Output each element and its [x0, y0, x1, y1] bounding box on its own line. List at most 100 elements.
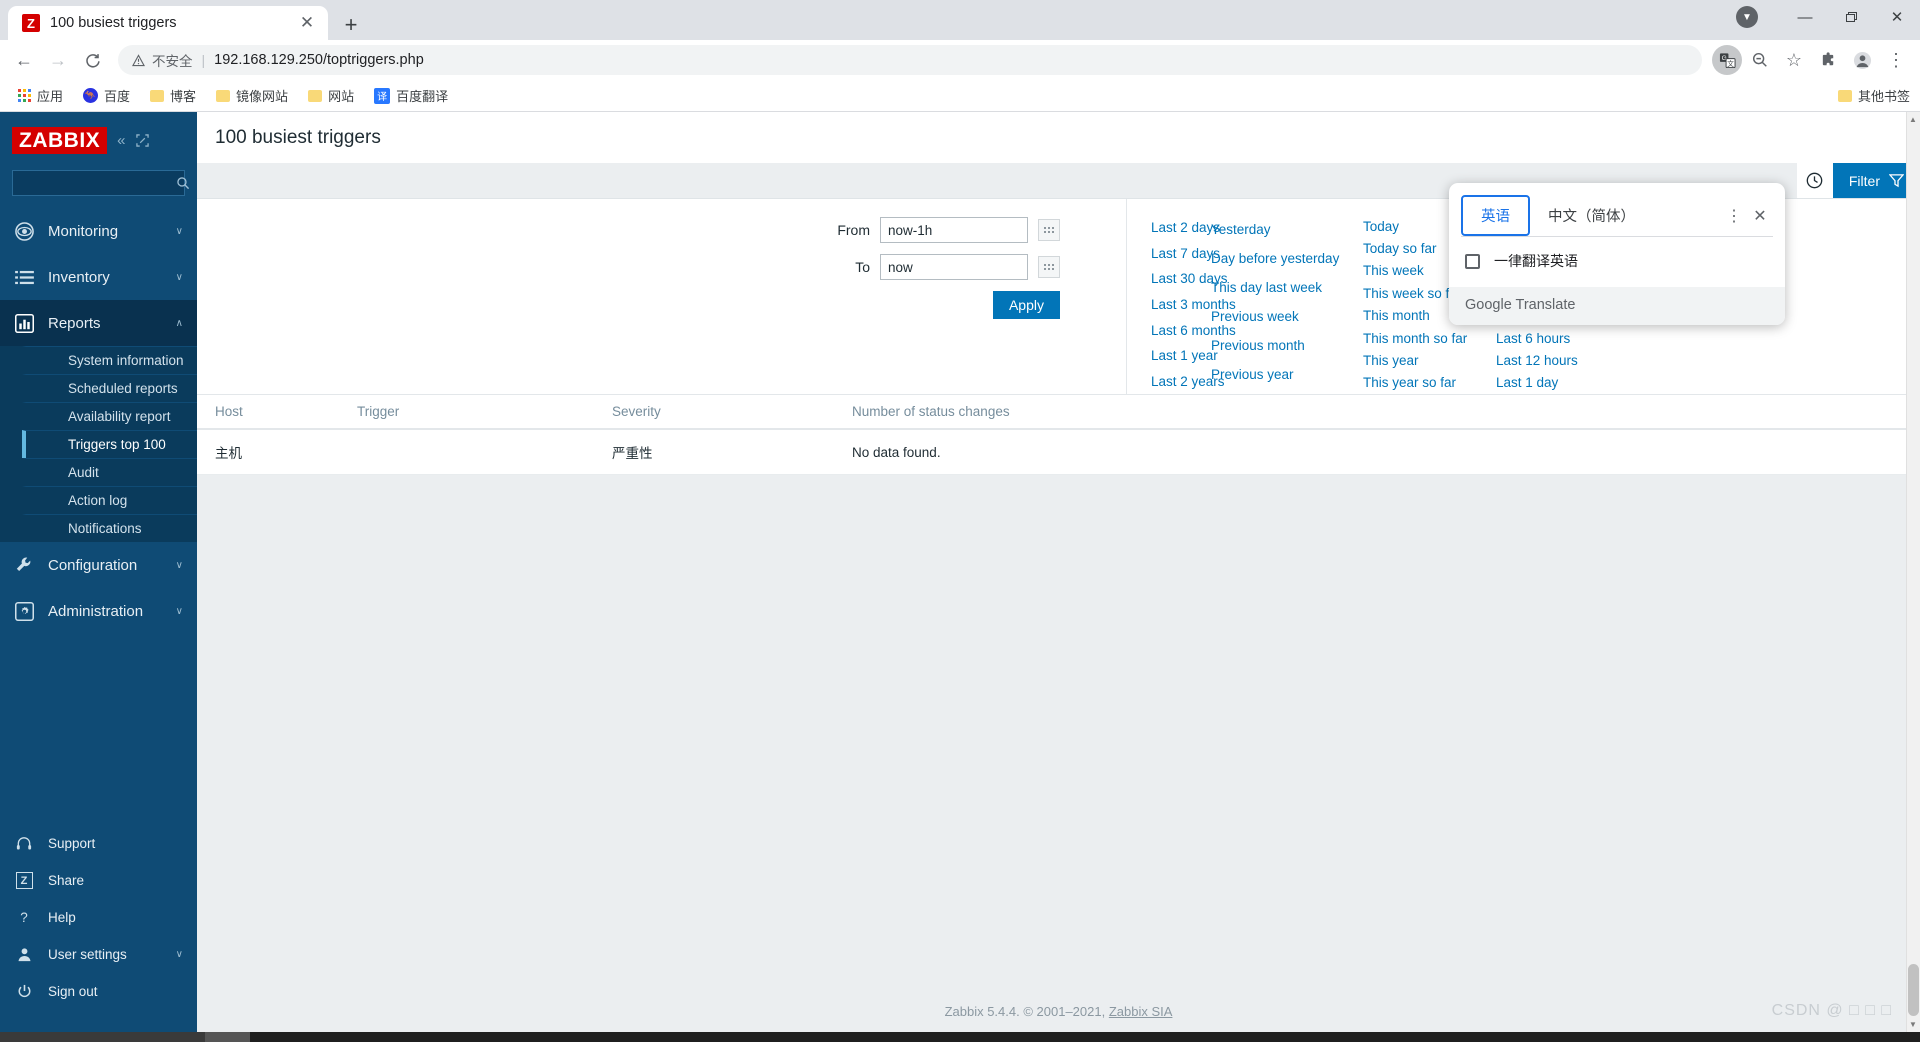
quick-range-link[interactable]: Last 12 hours: [1496, 350, 1636, 372]
scrollbar-thumb[interactable]: [1908, 964, 1919, 1016]
url-text: 192.168.129.250/toptriggers.php: [214, 52, 424, 68]
bookmark-baidu[interactable]: 🦘 百度: [75, 83, 138, 108]
sidebar-item-user-settings[interactable]: User settings ∨: [0, 936, 197, 973]
cell-host: 主机: [197, 429, 357, 475]
sidebar-item-label: User settings: [48, 947, 127, 962]
hide-sidebar-icon[interactable]: [135, 133, 149, 147]
quick-range-link[interactable]: Yesterday: [1211, 215, 1363, 244]
profile-icon[interactable]: [1846, 44, 1878, 76]
page-viewport: ZABBIX « Monitoring ∨ Inventory ∨ Report…: [0, 112, 1920, 1032]
sidebar-subitem-scheduled-reports[interactable]: Scheduled reports: [22, 374, 197, 402]
quick-range-link[interactable]: This month so far: [1363, 327, 1496, 349]
quick-range-link[interactable]: Last 1 day: [1496, 372, 1636, 394]
sidebar-item-label: Help: [48, 910, 76, 925]
zabbix-logo[interactable]: ZABBIX: [12, 126, 108, 154]
bookmark-mirror-sites[interactable]: 镜像网站: [208, 83, 296, 108]
zabbix-sia-link[interactable]: Zabbix SIA: [1109, 1004, 1173, 1019]
maximize-button[interactable]: [1828, 0, 1874, 34]
calendar-icon[interactable]: [1038, 219, 1060, 241]
time-tab[interactable]: [1796, 163, 1833, 198]
calendar-icon[interactable]: [1038, 256, 1060, 278]
quick-range-link[interactable]: Day before yesterday: [1211, 244, 1363, 273]
search-input[interactable]: [21, 176, 176, 190]
sidebar-item-monitoring[interactable]: Monitoring ∨: [0, 208, 197, 254]
sidebar-subitem-availability-report[interactable]: Availability report: [22, 402, 197, 430]
scroll-down-icon[interactable]: ▼: [1908, 1020, 1918, 1029]
address-bar[interactable]: 不安全 | 192.168.129.250/toptriggers.php: [118, 45, 1702, 75]
bookmark-blog[interactable]: 博客: [142, 83, 204, 108]
bookmark-websites[interactable]: 网站: [300, 83, 362, 108]
quick-range-link[interactable]: Last 30 days: [1151, 266, 1228, 292]
minimize-button[interactable]: —: [1782, 0, 1828, 34]
sidebar-subitem-triggers-top-100[interactable]: Triggers top 100: [22, 430, 197, 458]
more-options-icon[interactable]: ⋮: [1721, 203, 1747, 229]
sidebar-search[interactable]: [12, 170, 190, 196]
quick-range-link[interactable]: Last 3 months: [1151, 292, 1236, 318]
sidebar-item-reports[interactable]: Reports ∧: [0, 300, 197, 346]
close-icon[interactable]: ✕: [1747, 203, 1773, 229]
puzzle-icon[interactable]: [1812, 44, 1844, 76]
scroll-up-icon[interactable]: ▲: [1908, 115, 1918, 124]
zoom-out-icon[interactable]: [1744, 44, 1776, 76]
from-input[interactable]: [880, 217, 1028, 243]
page-scrollbar[interactable]: ▲ ▼: [1906, 112, 1920, 1032]
sidebar-subitem-notifications[interactable]: Notifications: [22, 514, 197, 542]
table-row: 主机 严重性 No data found.: [197, 429, 1920, 475]
sidebar-item-sign-out[interactable]: Sign out: [0, 973, 197, 1010]
close-window-button[interactable]: ✕: [1874, 0, 1920, 34]
quick-range-link[interactable]: Previous year: [1211, 360, 1363, 389]
quick-range-link[interactable]: Last 7 days: [1151, 241, 1220, 267]
always-translate-checkbox[interactable]: [1465, 253, 1480, 269]
quick-range-link[interactable]: This day last week: [1211, 273, 1363, 302]
bookmark-apps[interactable]: 应用: [10, 83, 71, 108]
bookmark-star-icon[interactable]: ☆: [1778, 44, 1810, 76]
person-icon: [14, 947, 34, 962]
quick-range-link[interactable]: Last 2 days: [1151, 215, 1220, 241]
bookmark-baidu-translate[interactable]: 译 百度翻译: [366, 83, 456, 108]
always-translate-label[interactable]: 一律翻译英语: [1494, 251, 1578, 271]
back-icon[interactable]: ←: [8, 44, 40, 76]
question-icon: ?: [20, 910, 28, 925]
translate-lang-source[interactable]: 英语: [1461, 195, 1530, 236]
chrome-menu-icon[interactable]: ⋮: [1880, 44, 1912, 76]
column-header-host[interactable]: Host: [197, 395, 357, 430]
quick-range-link[interactable]: Last 6 months: [1151, 317, 1236, 343]
quick-range-link[interactable]: Last 2 years: [1151, 368, 1225, 394]
reload-icon[interactable]: [76, 44, 108, 76]
forward-icon[interactable]: →: [42, 44, 74, 76]
sidebar-subitem-audit[interactable]: Audit: [22, 458, 197, 486]
search-icon[interactable]: [176, 176, 190, 190]
quick-range-link[interactable]: Last 1 year: [1151, 343, 1218, 369]
quick-range-link[interactable]: This year: [1363, 349, 1496, 371]
download-icon[interactable]: ▼: [1736, 6, 1758, 28]
browser-tab[interactable]: Z 100 busiest triggers ✕: [8, 6, 328, 40]
gear-icon: [14, 601, 34, 621]
sidebar-item-support[interactable]: Support: [0, 825, 197, 862]
translate-lang-target[interactable]: 中文（简体）: [1530, 197, 1653, 234]
apply-button[interactable]: Apply: [992, 291, 1060, 319]
bookmark-label: 百度: [104, 89, 131, 104]
sidebar-item-configuration[interactable]: Configuration ∨: [0, 542, 197, 588]
sidebar-subitem-action-log[interactable]: Action log: [22, 486, 197, 514]
to-input[interactable]: [880, 254, 1028, 280]
translate-icon[interactable]: G 文: [1712, 45, 1742, 75]
chevron-down-icon: ∨: [175, 605, 183, 617]
new-tab-button[interactable]: +: [334, 10, 368, 40]
other-bookmarks[interactable]: 其他书签: [1837, 86, 1910, 105]
clock-icon: [1806, 172, 1823, 189]
quick-range-link[interactable]: Last 6 hours: [1496, 327, 1636, 349]
sidebar-item-share[interactable]: Z Share: [0, 862, 197, 899]
quick-range-link[interactable]: This year so far: [1363, 372, 1496, 394]
sidebar-item-administration[interactable]: Administration ∨: [0, 588, 197, 634]
column-header-status-changes[interactable]: Number of status changes: [852, 395, 1920, 430]
sidebar-item-help[interactable]: ? Help: [0, 899, 197, 936]
quick-range-link[interactable]: Previous week: [1211, 302, 1363, 331]
sidebar-subitem-system-information[interactable]: System information: [22, 346, 197, 374]
close-icon[interactable]: ✕: [296, 12, 318, 34]
collapse-sidebar-icon[interactable]: «: [117, 132, 125, 149]
column-header-trigger[interactable]: Trigger: [357, 395, 612, 430]
sidebar-item-inventory[interactable]: Inventory ∨: [0, 254, 197, 300]
column-header-severity[interactable]: Severity: [612, 395, 852, 430]
quick-range-link[interactable]: Previous month: [1211, 331, 1363, 360]
chevron-down-icon: ∨: [175, 949, 183, 960]
